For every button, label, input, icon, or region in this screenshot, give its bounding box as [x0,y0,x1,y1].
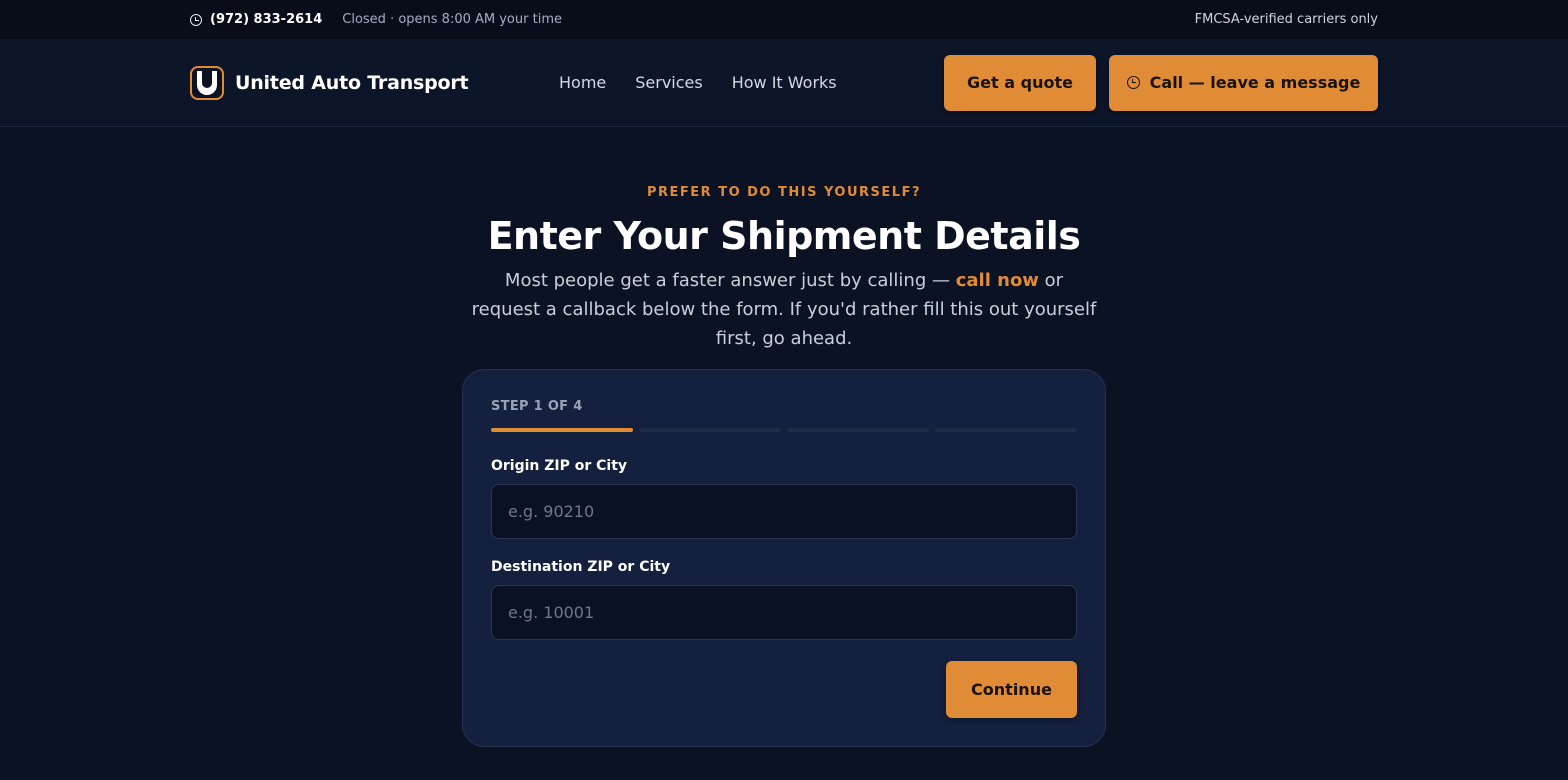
call-button[interactable]: Call — leave a message [1109,54,1378,111]
progress-segment-4 [935,428,1077,432]
get-quote-button[interactable]: Get a quote [944,54,1096,111]
top-bar: (972) 833-2614 Closed · opens 8:00 AM yo… [0,0,1568,39]
logo-icon [190,65,224,100]
brand-name: United Auto Transport [235,71,469,94]
destination-label: Destination ZIP or City [491,559,671,575]
call-button-label: Call — leave a message [1149,73,1361,92]
header-actions: Get a quote Call — leave a message [944,54,1378,111]
call-now-link[interactable]: call now [956,270,1039,291]
business-hours: Closed · opens 8:00 AM your time [342,12,562,27]
nav-how-it-works[interactable]: How It Works [732,73,837,92]
verification-badge: FMCSA-verified carriers only [1194,12,1378,27]
origin-label: Origin ZIP or City [491,458,628,474]
progress-segment-2 [639,428,781,432]
nav-home[interactable]: Home [559,73,606,92]
progress-bar [491,428,1077,432]
origin-input[interactable] [491,484,1077,539]
site-header: United Auto Transport Home Services How … [0,39,1568,127]
phone-icon [190,13,202,26]
intro-before: Most people get a faster answer just by … [504,270,956,291]
nav-services[interactable]: Services [635,73,702,92]
page-title: Enter Your Shipment Details [487,214,1081,258]
main-nav: Home Services How It Works [559,73,944,92]
main-content: PREFER TO DO THIS YOURSELF? Enter Your S… [0,127,1568,747]
intro-text: Most people get a faster answer just by … [469,266,1099,353]
progress-segment-1 [491,428,633,432]
brand[interactable]: United Auto Transport [190,65,559,100]
destination-input[interactable] [491,585,1077,640]
shipment-form-card: STEP 1 OF 4 Origin ZIP or City Destinati… [462,369,1106,747]
clock-icon [1126,76,1140,89]
phone-number[interactable]: (972) 833-2614 [210,12,322,27]
progress-segment-3 [787,428,929,432]
continue-button[interactable]: Continue [946,661,1077,718]
step-indicator: STEP 1 OF 4 [491,399,583,414]
eyebrow-text: PREFER TO DO THIS YOURSELF? [646,185,922,200]
contact-info: (972) 833-2614 Closed · opens 8:00 AM yo… [190,12,562,27]
